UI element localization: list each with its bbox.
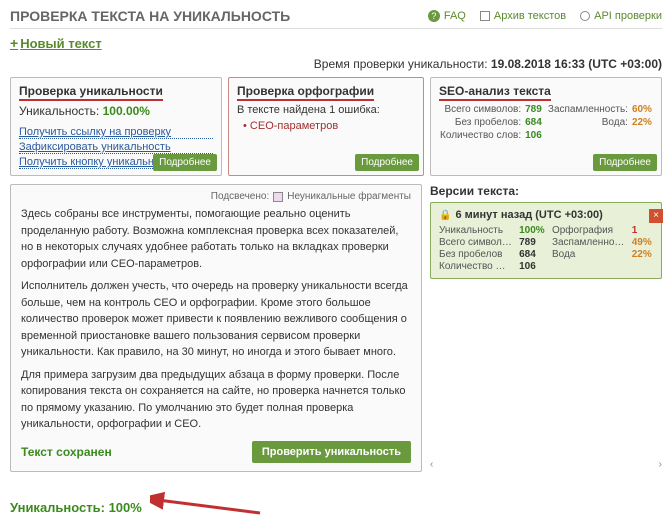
faq-link[interactable]: ?FAQ bbox=[428, 10, 466, 22]
more-uniq-button[interactable]: Подробнее bbox=[153, 154, 217, 171]
more-spell-button[interactable]: Подробнее bbox=[355, 154, 419, 171]
api-link[interactable]: API проверки bbox=[580, 10, 662, 22]
highlight-legend: Подсвечено: Неуникальные фрагменты bbox=[21, 191, 411, 202]
prev-version-button[interactable]: ‹ bbox=[430, 459, 433, 470]
lock-icon: 🔒 bbox=[439, 210, 451, 221]
card-seo: SEO-анализ текста Всего символов:789Засп… bbox=[430, 77, 662, 176]
gear-icon bbox=[580, 11, 590, 21]
link-fix-uniq[interactable]: Зафиксировать уникальность bbox=[19, 141, 213, 154]
saved-label: Текст сохранен bbox=[21, 445, 112, 459]
arrow-icon bbox=[150, 498, 270, 518]
link-get-url[interactable]: Получить ссылку на проверку bbox=[19, 126, 213, 139]
check-uniqueness-button[interactable]: Проверить уникальность bbox=[252, 441, 411, 463]
question-icon: ? bbox=[428, 10, 440, 22]
new-text-link[interactable]: +Новый текст bbox=[10, 35, 662, 51]
check-time: Время проверки уникальности: 19.08.2018 … bbox=[10, 57, 662, 71]
swatch-icon bbox=[273, 192, 283, 202]
versions-title: Версии текста: bbox=[430, 184, 662, 198]
more-seo-button[interactable]: Подробнее bbox=[593, 154, 657, 171]
text-panel: Подсвечено: Неуникальные фрагменты Здесь… bbox=[10, 184, 422, 472]
archive-link[interactable]: Архив текстов bbox=[480, 10, 566, 22]
close-icon[interactable]: × bbox=[649, 209, 663, 223]
archive-icon bbox=[480, 11, 490, 21]
footer-uniqueness: Уникальность: 100% bbox=[10, 500, 142, 515]
card-spelling: Проверка орфографии В тексте найдена 1 о… bbox=[228, 77, 424, 176]
page-title: ПРОВЕРКА ТЕКСТА НА УНИКАЛЬНОСТЬ bbox=[10, 8, 290, 24]
version-item[interactable]: 🔒6 минут назад (UTC +03:00) Уникальность… bbox=[430, 202, 662, 279]
article-body: Здесь собраны все инструменты, помогающи… bbox=[21, 206, 411, 433]
plus-icon: + bbox=[10, 35, 18, 51]
card-uniqueness: Проверка уникальности Уникальность: 100.… bbox=[10, 77, 222, 176]
next-version-button[interactable]: › bbox=[659, 459, 662, 470]
